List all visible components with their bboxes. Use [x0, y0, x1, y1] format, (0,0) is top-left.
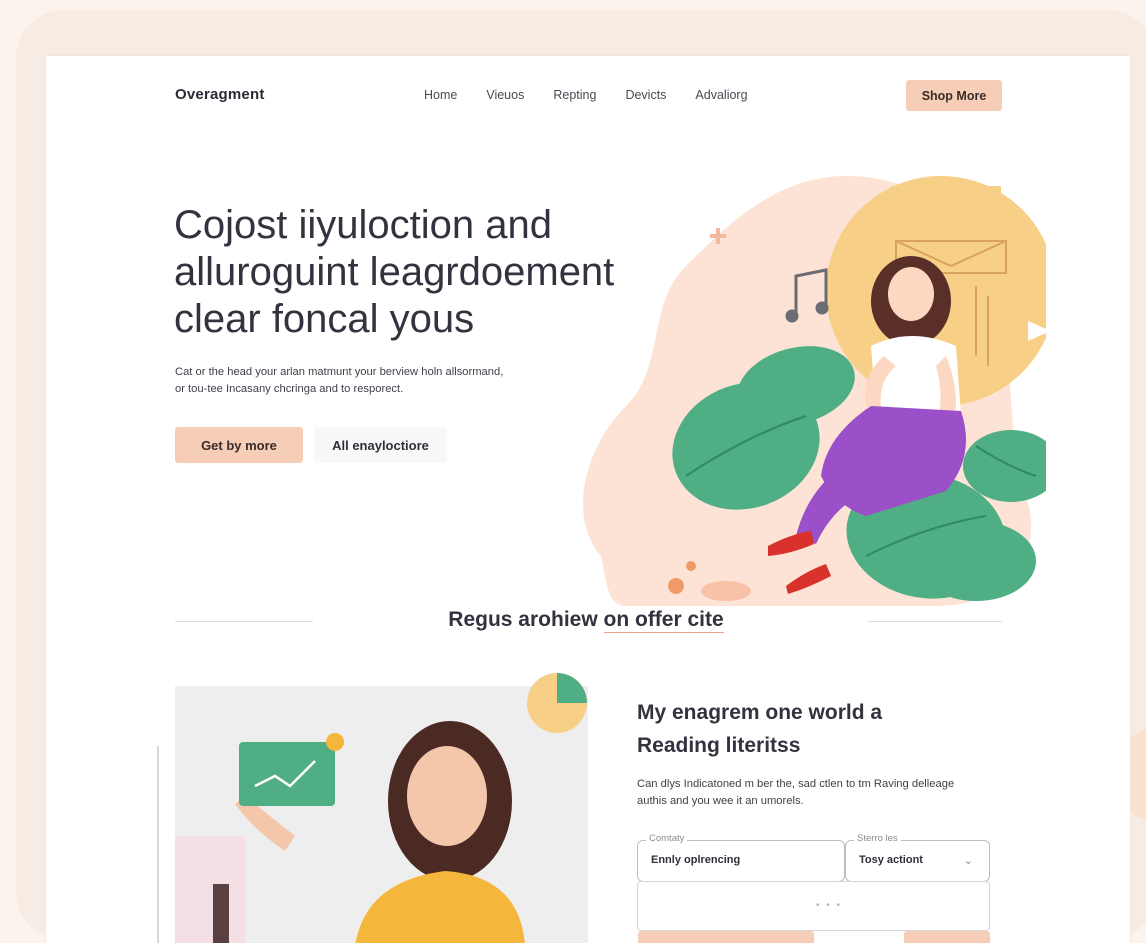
card-title-line: Reading literitss — [637, 734, 801, 757]
pie-chart-icon — [527, 673, 587, 733]
hero-subtitle-line: or tou-tee Incasany chcringa and to resp… — [175, 383, 404, 395]
card-subtitle-line: authis and you wee it an umorels. — [637, 795, 804, 807]
main-nav: Home Vieuos Repting Devicts Advaliorg — [424, 88, 748, 102]
secondary-submit-button[interactable] — [904, 931, 990, 943]
get-more-button[interactable]: Get by more — [175, 427, 303, 463]
secondary-button[interactable]: All enayloctiore — [314, 427, 447, 463]
card-subtitle: Can dlys Indicatoned m ber the, sad ctle… — [637, 776, 997, 810]
service-select[interactable]: Sterro les Tosy actiont ⌄ — [845, 833, 990, 882]
section-divider-left — [175, 621, 313, 622]
company-field[interactable]: Comtaty Ennly oplrencing — [637, 833, 845, 882]
textarea-dots: • • • — [816, 900, 843, 911]
message-textarea[interactable]: • • • — [637, 881, 990, 931]
nav-item-3[interactable]: Repting — [553, 88, 596, 102]
service-select-value: Tosy actiont — [859, 854, 923, 866]
section-title-underlined: on offer cite — [603, 608, 724, 633]
hero-subtitle-line: Cat or the head your arlan matmunt your … — [175, 366, 504, 378]
nav-item-5[interactable]: Advaliorg — [695, 88, 747, 102]
service-select-label: Sterro les — [854, 833, 901, 844]
section-title-text: Regus arohiew — [448, 608, 604, 631]
company-field-value: Ennly oplrencing — [651, 854, 741, 866]
hero-illustration — [582, 176, 1046, 606]
landing-page: Overagment Home Vieuos Repting Devicts A… — [46, 56, 1130, 943]
logo[interactable]: Overagment — [175, 86, 265, 103]
nav-item-home[interactable]: Home — [424, 88, 457, 102]
section-title: Regus arohiew on offer cite — [346, 608, 826, 633]
shop-more-button[interactable]: Shop More — [906, 80, 1002, 111]
card-title: My enagrem one world a Reading literitss — [637, 696, 997, 762]
section-divider-right — [868, 621, 1002, 622]
nav-item-4[interactable]: Devicts — [625, 88, 666, 102]
trend-chart-icon — [239, 733, 344, 806]
company-field-label: Comtaty — [646, 833, 688, 844]
submit-button[interactable] — [638, 931, 814, 943]
decor-line — [157, 746, 159, 943]
nav-item-2[interactable]: Vieuos — [486, 88, 524, 102]
card-subtitle-line: Can dlys Indicatoned m ber the, sad ctle… — [637, 778, 955, 790]
chevron-down-icon: ⌄ — [963, 855, 973, 867]
card-title-line: My enagrem one world a — [637, 701, 883, 724]
